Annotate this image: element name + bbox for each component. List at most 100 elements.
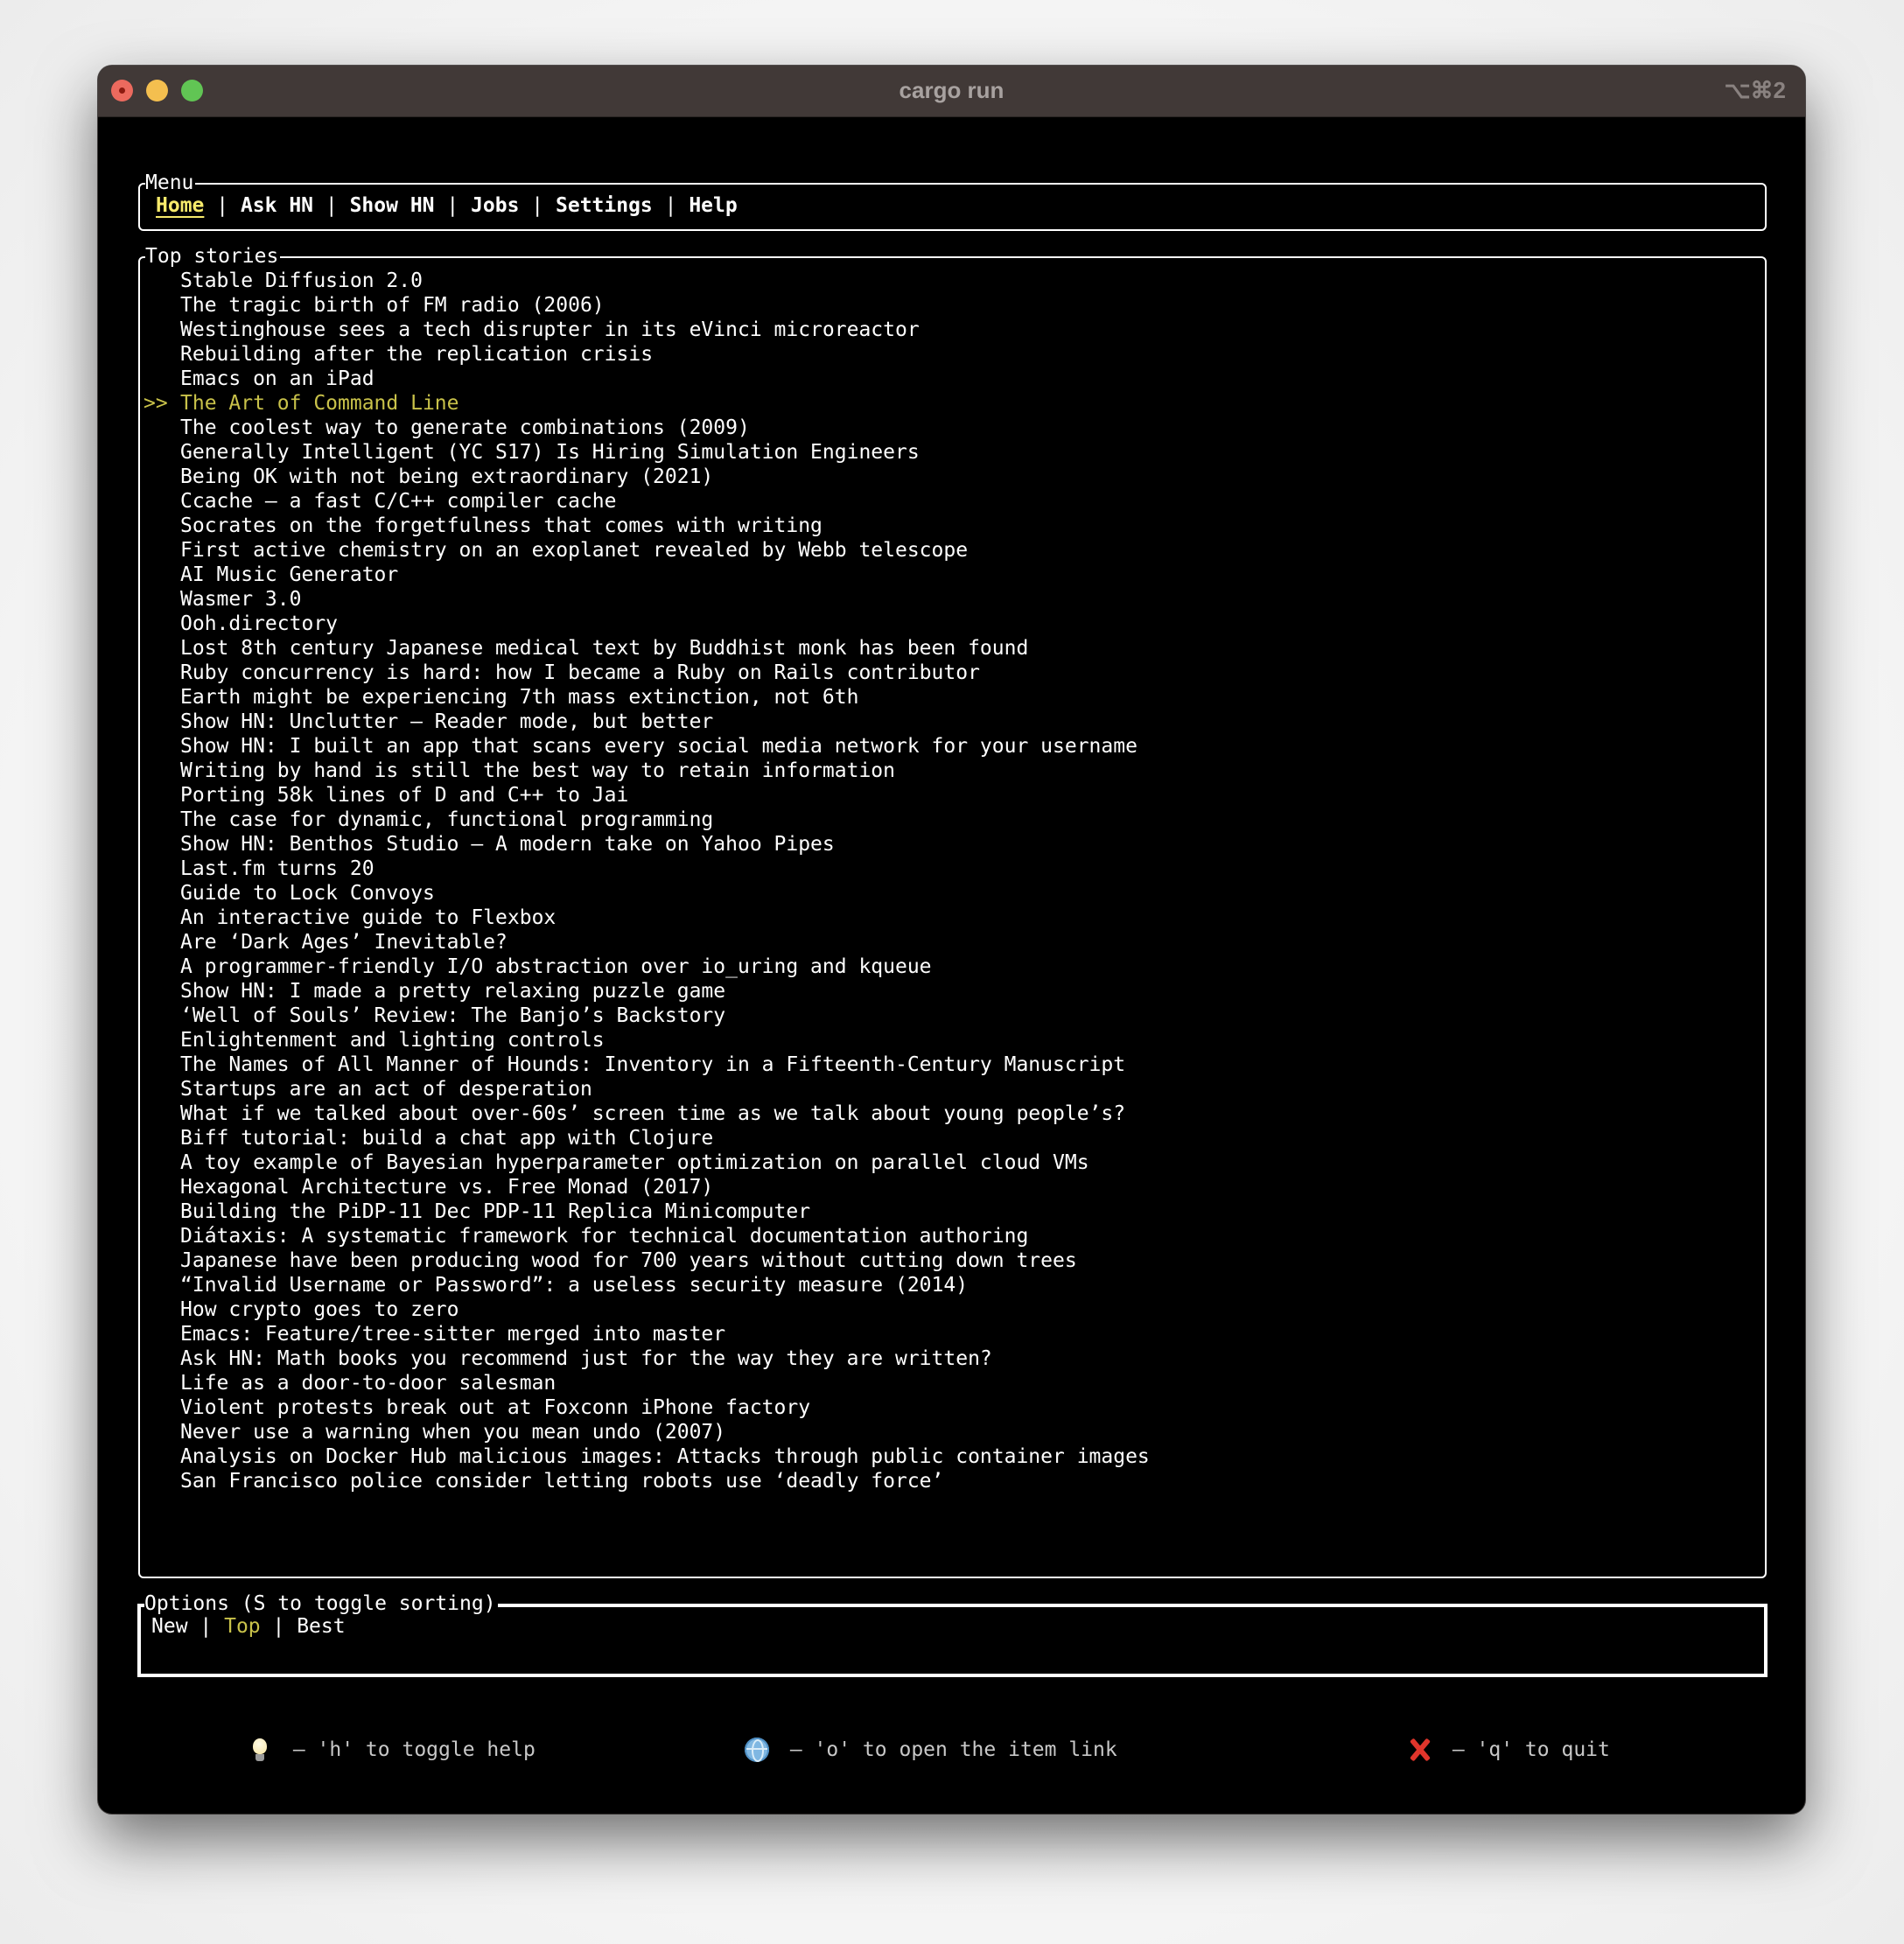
sort-option-best[interactable]: Best [297,1615,345,1638]
story-item[interactable]: Hexagonal Architecture vs. Free Monad (2… [144,1175,1150,1199]
story-title: Writing by hand is still the best way to… [180,759,895,782]
story-title: Diátaxis: A systematic framework for tec… [180,1225,1029,1248]
tab-settings[interactable]: Settings [556,194,653,217]
story-list[interactable]: Stable Diffusion 2.0 The tragic birth of … [144,269,1150,1493]
story-item[interactable]: The coolest way to generate combinations… [144,416,1150,440]
tab-jobs[interactable]: Jobs [471,194,519,217]
story-item[interactable]: Show HN: I made a pretty relaxing puzzle… [144,979,1150,1003]
tab-show-hn[interactable]: Show HN [350,194,435,217]
tab-ask-hn[interactable]: Ask HN [241,194,313,217]
story-item[interactable]: Enlightenment and lighting controls [144,1028,1150,1052]
story-item[interactable]: Emacs: Feature/tree-sitter merged into m… [144,1322,1150,1346]
stories-panel: Top stories Stable Diffusion 2.0 The trag… [138,244,1767,1578]
story-title: Westinghouse sees a tech disrupter in it… [180,318,920,341]
story-item[interactable]: Porting 58k lines of D and C++ to Jai [144,783,1150,808]
story-item[interactable]: First active chemistry on an exoplanet r… [144,538,1150,563]
story-item[interactable]: Analysis on Docker Hub malicious images:… [144,1444,1150,1469]
story-title: Violent protests break out at Foxconn iP… [180,1396,811,1419]
story-title: The case for dynamic, functional program… [180,808,714,831]
story-item[interactable]: AI Music Generator [144,563,1150,587]
story-title: Porting 58k lines of D and C++ to Jai [180,784,629,807]
story-item-selected[interactable]: >> The Art of Command Line [144,391,1150,416]
story-item[interactable]: “Invalid Username or Password”: a useles… [144,1273,1150,1297]
story-title: Building the PiDP-11 Dec PDP-11 Replica … [180,1200,811,1223]
sort-option-new[interactable]: New [151,1615,188,1638]
options-panel-title: Options (S to toggle sorting) [144,1591,498,1616]
story-item[interactable]: The Names of All Manner of Hounds: Inven… [144,1052,1150,1077]
story-title: Last.fm turns 20 [180,857,374,880]
story-title: Enlightenment and lighting controls [180,1029,605,1052]
story-item[interactable]: How crypto goes to zero [144,1297,1150,1322]
story-title: Show HN: I made a pretty relaxing puzzle… [180,980,726,1003]
story-item[interactable]: Last.fm turns 20 [144,857,1150,881]
story-title: Biff tutorial: build a chat app with Clo… [180,1127,714,1150]
story-item[interactable]: Never use a warning when you mean undo (… [144,1420,1150,1444]
story-item[interactable]: The tragic birth of FM radio (2006) [144,293,1150,318]
story-item[interactable]: Socrates on the forgetfulness that comes… [144,514,1150,538]
story-item[interactable]: San Francisco police consider letting ro… [144,1469,1150,1493]
story-title: The Names of All Manner of Hounds: Inven… [180,1053,1126,1076]
story-item[interactable]: Guide to Lock Convoys [144,881,1150,906]
window-shortcut: ⌥⌘2 [1724,77,1786,103]
story-title: The tragic birth of FM radio (2006) [180,294,605,317]
story-item[interactable]: Life as a door-to-door salesman [144,1371,1150,1395]
story-item[interactable]: Show HN: I built an app that scans every… [144,734,1150,759]
story-item[interactable]: Startups are an act of desperation [144,1077,1150,1101]
story-title: Socrates on the forgetfulness that comes… [180,514,822,537]
story-item[interactable]: Building the PiDP-11 Dec PDP-11 Replica … [144,1199,1150,1224]
story-item[interactable]: Lost 8th century Japanese medical text b… [144,636,1150,661]
story-item[interactable]: Are ‘Dark Ages’ Inevitable? [144,930,1150,955]
story-title: AI Music Generator [180,563,399,586]
story-title: Emacs on an iPad [180,367,374,390]
globe-icon [745,1738,769,1762]
story-item[interactable]: The case for dynamic, functional program… [144,808,1150,832]
story-title: Never use a warning when you mean undo (… [180,1421,726,1444]
lightbulb-icon [248,1738,272,1762]
title-bar: cargo run ⌥⌘2 [98,66,1805,117]
story-title: Show HN: Unclutter – Reader mode, but be… [180,710,714,733]
sort-option-top[interactable]: Top [224,1615,261,1638]
hint-help-text: – 'h' to toggle help [281,1738,536,1761]
story-title: Generally Intelligent (YC S17) Is Hiring… [180,441,920,464]
story-item[interactable]: Violent protests break out at Foxconn iP… [144,1395,1150,1420]
story-item[interactable]: Show HN: Unclutter – Reader mode, but be… [144,710,1150,734]
story-item[interactable]: Ccache – a fast C/C++ compiler cache [144,489,1150,514]
story-item[interactable]: Westinghouse sees a tech disrupter in it… [144,318,1150,342]
story-item[interactable]: ‘Well of Souls’ Review: The Banjo’s Back… [144,1003,1150,1028]
story-item[interactable]: An interactive guide to Flexbox [144,906,1150,930]
story-item[interactable]: Rebuilding after the replication crisis [144,342,1150,367]
menu-separator: | [652,194,690,217]
story-item[interactable]: Emacs on an iPad [144,367,1150,391]
story-item[interactable]: A toy example of Bayesian hyperparameter… [144,1150,1150,1175]
story-item[interactable]: Stable Diffusion 2.0 [144,269,1150,293]
story-item[interactable]: Being OK with not being extraordinary (2… [144,465,1150,489]
story-title: Show HN: Benthos Studio – A modern take … [180,833,835,856]
option-separator: | [260,1615,298,1638]
story-item[interactable]: Writing by hand is still the best way to… [144,759,1150,783]
story-item[interactable]: Ruby concurrency is hard: how I became a… [144,661,1150,685]
story-item[interactable]: Generally Intelligent (YC S17) Is Hiring… [144,440,1150,465]
menu-separator: | [313,194,350,217]
story-item[interactable]: Wasmer 3.0 [144,587,1150,612]
tab-help[interactable]: Help [689,194,737,217]
red-x-icon [1407,1738,1432,1762]
story-item[interactable]: Biff tutorial: build a chat app with Clo… [144,1126,1150,1150]
story-item[interactable]: Earth might be experiencing 7th mass ext… [144,685,1150,710]
menu-tabs: Home | Ask HN | Show HN | Jobs | Setting… [156,193,738,218]
story-item[interactable]: Ooh.directory [144,612,1150,636]
story-title: Stable Diffusion 2.0 [180,269,423,292]
story-item[interactable]: A programmer-friendly I/O abstraction ov… [144,955,1150,979]
story-title: A programmer-friendly I/O abstraction ov… [180,955,932,978]
story-item[interactable]: Japanese have been producing wood for 70… [144,1248,1150,1273]
story-title: Emacs: Feature/tree-sitter merged into m… [180,1323,726,1346]
terminal-window: cargo run ⌥⌘2 Menu Home | Ask HN | Show … [98,66,1805,1814]
story-item[interactable]: Show HN: Benthos Studio – A modern take … [144,832,1150,857]
tab-home[interactable]: Home [156,194,204,217]
story-title: Lost 8th century Japanese medical text b… [180,637,1029,660]
hint-open-text: – 'o' to open the item link [778,1738,1117,1761]
story-item[interactable]: What if we talked about over-60s’ screen… [144,1101,1150,1126]
story-item[interactable]: Ask HN: Math books you recommend just fo… [144,1346,1150,1371]
menu-panel-title: Menu [145,171,196,195]
story-item[interactable]: Diátaxis: A systematic framework for tec… [144,1224,1150,1248]
hint-toggle-help: – 'h' to toggle help [248,1737,536,1763]
